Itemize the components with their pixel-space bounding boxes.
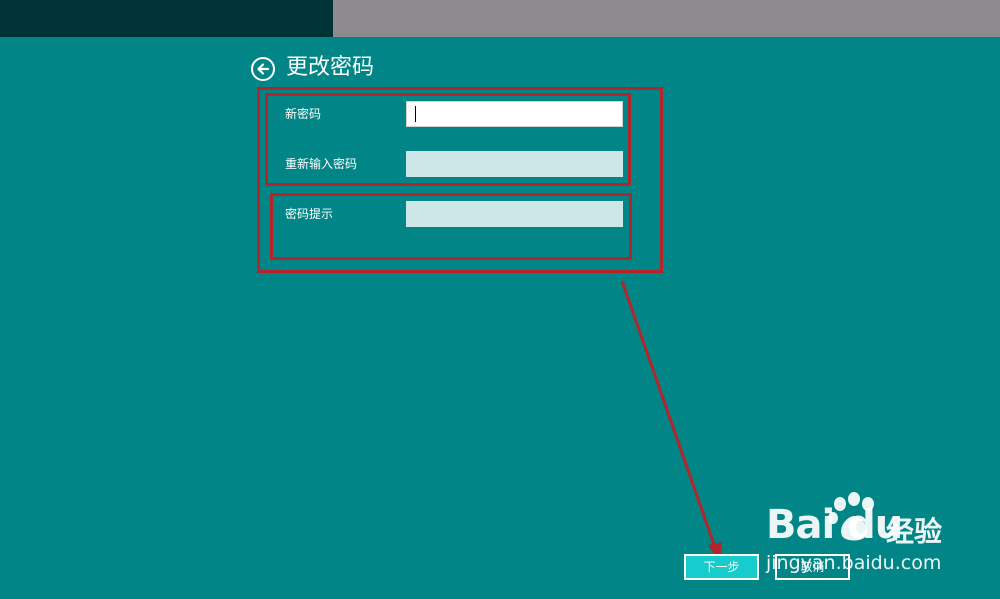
back-button[interactable] [251, 57, 275, 81]
confirm-password-label: 重新输入密码 [285, 157, 358, 171]
watermark-brand: Bai du [766, 502, 903, 548]
new-password-input[interactable] [406, 101, 623, 127]
top-bar [0, 0, 1000, 37]
cancel-button[interactable]: 取消 [775, 554, 850, 580]
new-password-label: 新密码 [285, 107, 322, 121]
top-bar-right [333, 0, 1000, 37]
password-hint-label: 密码提示 [285, 207, 334, 221]
annotation-arrow [620, 280, 722, 563]
confirm-password-input[interactable] [406, 151, 623, 177]
top-bar-left [0, 0, 333, 37]
page-title: 更改密码 [286, 55, 375, 80]
watermark-brand-cn: 经验 [886, 515, 943, 548]
paw-icon [828, 492, 874, 541]
text-caret [415, 106, 416, 122]
next-button[interactable]: 下一步 [684, 554, 759, 580]
back-arrow-circle-icon [257, 63, 270, 75]
password-hint-input[interactable] [406, 201, 623, 227]
